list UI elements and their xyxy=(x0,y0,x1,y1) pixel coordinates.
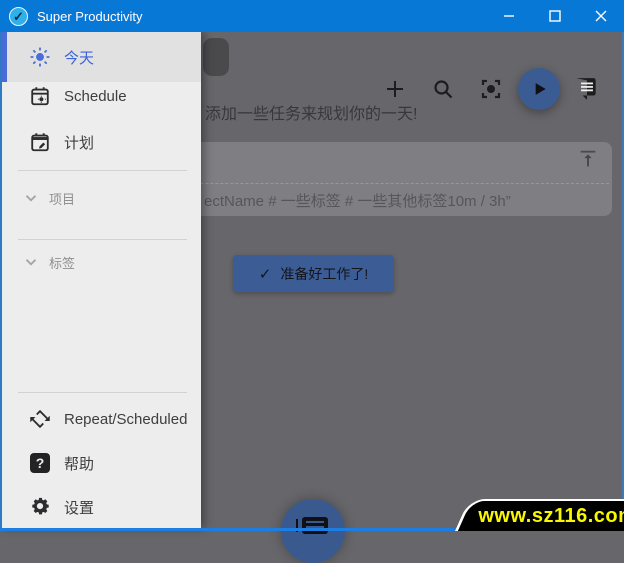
sidebar-item-help[interactable]: ? 帮助 xyxy=(2,441,201,485)
app-logo-icon: ✓ xyxy=(9,6,28,26)
window-border-left xyxy=(0,32,2,531)
sidebar-item-schedule[interactable]: Schedule xyxy=(2,74,201,118)
repeat-icon xyxy=(28,407,52,431)
titlebar: ✓ Super Productivity xyxy=(0,0,624,32)
sidebar-item-label: 设置 xyxy=(64,499,95,517)
ready-button-label: 准备好工作了! xyxy=(280,265,369,282)
sidebar-item-label: 帮助 xyxy=(64,455,95,473)
divider xyxy=(18,392,187,393)
watermark-text: www.sz116.com xyxy=(478,504,624,527)
check-icon: ✓ xyxy=(258,265,272,283)
minimize-button[interactable] xyxy=(486,0,532,32)
sidebar-group-label: 标签 xyxy=(49,255,76,271)
sidebar-item-label: Schedule xyxy=(64,87,127,105)
maximize-button[interactable] xyxy=(532,0,578,32)
sidebar-group-projects[interactable]: 项目 xyxy=(2,178,201,218)
calendar-edit-icon xyxy=(28,130,52,154)
sidebar-item-settings[interactable]: 设置 xyxy=(2,485,201,529)
sidebar-item-repeat-scheduled[interactable]: Repeat/Scheduled xyxy=(2,397,201,441)
gear-icon xyxy=(28,495,52,519)
page-title-partial xyxy=(203,38,229,76)
help-icon: ? xyxy=(28,451,52,475)
chevron-down-icon xyxy=(22,253,40,271)
play-button[interactable] xyxy=(518,68,560,110)
feedback-icon[interactable] xyxy=(572,74,602,104)
watermark-banner: www.sz116.com xyxy=(454,499,624,531)
sidebar-item-plan[interactable]: 计划 xyxy=(2,120,201,164)
keyboard-icon xyxy=(296,517,328,534)
window-title: Super Productivity xyxy=(37,8,143,24)
vertical-align-top-icon[interactable] xyxy=(577,148,599,170)
calendar-sun-icon xyxy=(28,84,52,108)
ready-to-work-button[interactable]: ✓ 准备好工作了! xyxy=(233,255,394,292)
sidebar-item-label: 今天 xyxy=(64,49,95,67)
sidebar: 今天 Schedule 计划 项目 标签 Repeat/Scheduled ? … xyxy=(2,32,201,528)
divider xyxy=(18,170,187,171)
sidebar-group-tags[interactable]: 标签 xyxy=(2,242,201,282)
close-button[interactable] xyxy=(578,0,624,32)
sun-icon xyxy=(28,45,52,69)
add-task-input-placeholder[interactable]: ectName # 一些标签 # 一些其他标签10m / 3h” xyxy=(204,190,511,211)
sidebar-item-label: 计划 xyxy=(64,134,95,152)
sidebar-group-label: 项目 xyxy=(49,191,76,207)
search-button[interactable] xyxy=(428,74,458,104)
divider xyxy=(18,239,187,240)
chevron-down-icon xyxy=(22,189,40,207)
sidebar-item-label: Repeat/Scheduled xyxy=(64,410,188,428)
empty-day-heading: 添加一些任务来规划你的一天! xyxy=(205,106,418,123)
focus-mode-button[interactable] xyxy=(476,74,506,104)
add-task-bar-fab[interactable] xyxy=(281,499,345,563)
